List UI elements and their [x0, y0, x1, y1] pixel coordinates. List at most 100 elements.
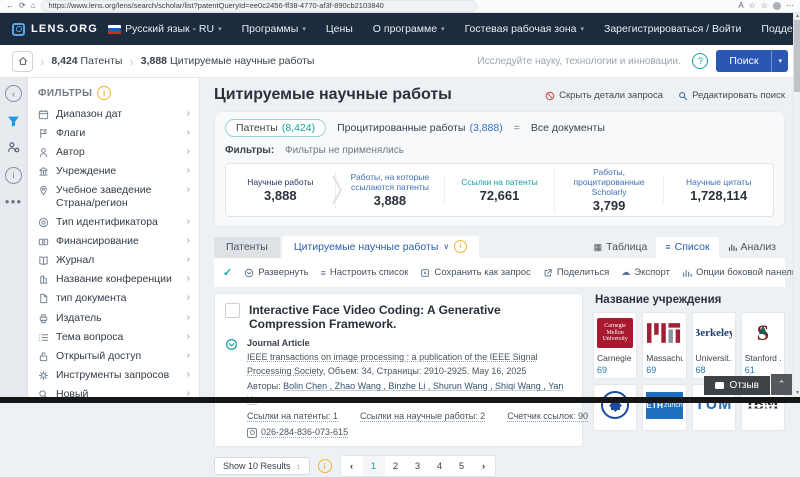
home-icon	[18, 56, 28, 66]
sidebar-item-publisher[interactable]: Издатель ›	[38, 312, 190, 325]
next-page-button[interactable]: ›	[473, 456, 495, 476]
institution-count[interactable]: 68	[696, 365, 732, 375]
sidebar-item-identifier-type[interactable]: Тип идентификатора ›	[38, 216, 190, 229]
stat-scholarly-cited[interactable]: Работы, процитированные Scholarly 3,799	[554, 167, 664, 214]
lens-brand[interactable]: LENS.ORG	[12, 23, 98, 36]
expand-circle-icon[interactable]	[225, 338, 238, 351]
info-icon[interactable]: i	[454, 240, 467, 253]
results-per-page-select[interactable]: Show 10 Results ↕	[214, 457, 310, 475]
sidebar-item-funding[interactable]: Финансирование ›	[38, 235, 190, 248]
edit-search-link[interactable]: Редактировать поиск	[678, 90, 785, 101]
home-icon[interactable]: ⌂	[31, 2, 36, 10]
analysis-panel-options-button[interactable]: Опции боковой панели анализа Новый	[682, 266, 800, 279]
institution-count[interactable]: 69	[646, 365, 682, 375]
scholar-citations-link[interactable]: Ссылки на научные работы: 2	[360, 411, 485, 422]
sidebar-item-author[interactable]: Автор ›	[38, 146, 190, 159]
sidebar-item-conference-name[interactable]: Название конференции ›	[38, 273, 190, 286]
scrollbar-down-arrow[interactable]: ▼	[794, 390, 800, 396]
star-icon[interactable]: ☆	[749, 2, 756, 10]
citation-count-link[interactable]: Счетчик ссылок: 90	[507, 411, 588, 422]
subtab-patents[interactable]: Патенты (8,424)	[225, 119, 326, 137]
sidebar-item-open-access[interactable]: Открытый доступ ›	[38, 350, 190, 363]
share-button[interactable]: Поделиться	[543, 267, 609, 278]
institution-card-eth[interactable]: ETH zürich	[642, 384, 686, 431]
sidebar-item-institution[interactable]: Учреждение ›	[38, 165, 190, 178]
stat-works-cited-by-patents[interactable]: Работы, на которые ссылаются патенты 3,8…	[335, 172, 445, 208]
institution-card-berkeley[interactable]: Berkeley Universit... 68	[692, 312, 736, 379]
subtab-all-documents[interactable]: Все документы	[531, 122, 605, 134]
tab-cited-scholarly-works[interactable]: Цитируемые научные работы ∨ i	[282, 236, 479, 258]
nav-item-apps[interactable]: Программы ▾	[232, 13, 316, 45]
info-icon[interactable]: i	[97, 86, 111, 100]
institution-card-stanford[interactable]: S Stanford ... 61	[741, 312, 785, 379]
info-icon[interactable]: i	[318, 459, 332, 473]
back-icon[interactable]: ←	[6, 2, 14, 10]
configure-list-button[interactable]: ≡ Настроить список	[321, 267, 409, 278]
sidebar-item-date-range[interactable]: Диапазон дат ›	[38, 108, 190, 121]
page-button-5[interactable]: 5	[451, 456, 473, 476]
refresh-icon[interactable]: ⟳	[19, 2, 26, 10]
tab-analysis-view[interactable]: Анализ	[719, 237, 785, 258]
breadcrumb-home-button[interactable]	[12, 51, 33, 72]
page-button-2[interactable]: 2	[385, 456, 407, 476]
institution-card-cmu[interactable]: Carnegie Mellon University Carnegie ... …	[593, 312, 637, 379]
sidebar-item-country-region[interactable]: Учебное заведение Страна/регион ›	[38, 184, 190, 209]
scrollbar-up-arrow[interactable]: ▲	[794, 13, 800, 19]
article-title[interactable]: Interactive Face Video Coding: A Generat…	[249, 303, 572, 331]
institution-card-mit[interactable]: Massachu... 69	[642, 312, 686, 379]
nav-item-pricing[interactable]: Цены	[316, 13, 363, 45]
sidebar-item-journal[interactable]: Журнал ›	[38, 254, 190, 267]
institution-count[interactable]: 69	[597, 365, 633, 375]
page-scrollbar[interactable]: ▲ ▼	[793, 13, 800, 397]
sidebar-item-document-type[interactable]: тип документа ›	[38, 292, 190, 305]
article-checkbox[interactable]	[225, 303, 240, 318]
stat-scholarly-citations[interactable]: Научные цитаты 1,728,114	[663, 177, 773, 203]
collapse-sidebar-button[interactable]: ‹	[5, 85, 22, 102]
scrollbar-thumb[interactable]	[794, 20, 800, 92]
favorites-icon[interactable]: ☆	[761, 2, 768, 10]
info-icon[interactable]: i	[5, 167, 22, 184]
prev-page-button[interactable]: ‹	[341, 456, 363, 476]
select-all-check-icon[interactable]: ✓	[223, 266, 232, 279]
profile-avatar[interactable]	[773, 2, 781, 10]
help-icon[interactable]: ?	[692, 53, 708, 69]
search-button[interactable]: Поиск ▾	[716, 50, 788, 72]
people-settings-icon[interactable]	[7, 141, 20, 154]
lens-id-link[interactable]: 026-284-836-073-615	[261, 427, 348, 438]
zoom-text-icon[interactable]: A	[738, 2, 743, 10]
stat-scholarly-works[interactable]: Научные работы 3,888	[226, 177, 335, 203]
chevron-down-icon[interactable]: ▾	[771, 50, 788, 72]
global-search-input[interactable]	[475, 55, 684, 68]
nav-item-about[interactable]: О программе ▾	[363, 13, 455, 45]
url-bar[interactable]: https://www.lens.org/lens/search/scholar…	[41, 0, 477, 12]
tab-patents[interactable]: Патенты	[214, 237, 280, 258]
feedback-button[interactable]: Отзыв	[704, 376, 770, 395]
expand-button[interactable]: Развернуть	[244, 267, 308, 278]
patent-citations-link[interactable]: Ссылки на патенты: 1	[247, 411, 338, 422]
bottom-edge-strip	[0, 397, 800, 403]
export-button[interactable]: ☁ Экспорт	[621, 267, 670, 278]
stat-patent-citations[interactable]: Ссылки на патенты 72,661	[444, 177, 554, 203]
tab-table-view[interactable]: ▦ Таблица	[585, 237, 657, 258]
scroll-top-button[interactable]: ⌃	[771, 374, 792, 395]
save-query-button[interactable]: Сохранить как запрос	[420, 267, 530, 278]
page-button-4[interactable]: 4	[429, 456, 451, 476]
hide-query-details-link[interactable]: Скрыть детали запроса	[545, 90, 663, 101]
filter-funnel-icon[interactable]	[7, 115, 20, 128]
sidebar-item-flags[interactable]: Флаги ›	[38, 127, 190, 140]
nav-item-signin[interactable]: Зарегистрироваться / Войти	[594, 13, 751, 45]
subtab-cited-works[interactable]: Процитированные работы (3,888)	[337, 122, 503, 134]
tab-list-view[interactable]: ≡ Список	[656, 237, 718, 258]
page-button-1[interactable]: 1	[363, 456, 385, 476]
breadcrumb-cited-works[interactable]: 3,888 Цитируемые научные работы	[141, 55, 315, 67]
sidebar-item-subject[interactable]: Тема вопроса ›	[38, 331, 190, 344]
nav-item-language[interactable]: Русский язык - RU ▾	[98, 13, 232, 45]
nav-item-guest-workspace[interactable]: Гостевая рабочая зона ▾	[455, 13, 594, 45]
page-button-3[interactable]: 3	[407, 456, 429, 476]
breadcrumb-patents[interactable]: 8,424 Патенты	[51, 55, 122, 67]
sidebar-item-structured-search[interactable]: Новый структурированный поиск ›	[38, 388, 190, 397]
more-options-icon[interactable]: ●●●	[5, 197, 23, 206]
menu-dots-icon[interactable]: ⋯	[786, 2, 794, 10]
sidebar-item-query-tools[interactable]: Инструменты запросов ›	[38, 369, 190, 382]
institution-card-emblem[interactable]	[593, 384, 637, 431]
